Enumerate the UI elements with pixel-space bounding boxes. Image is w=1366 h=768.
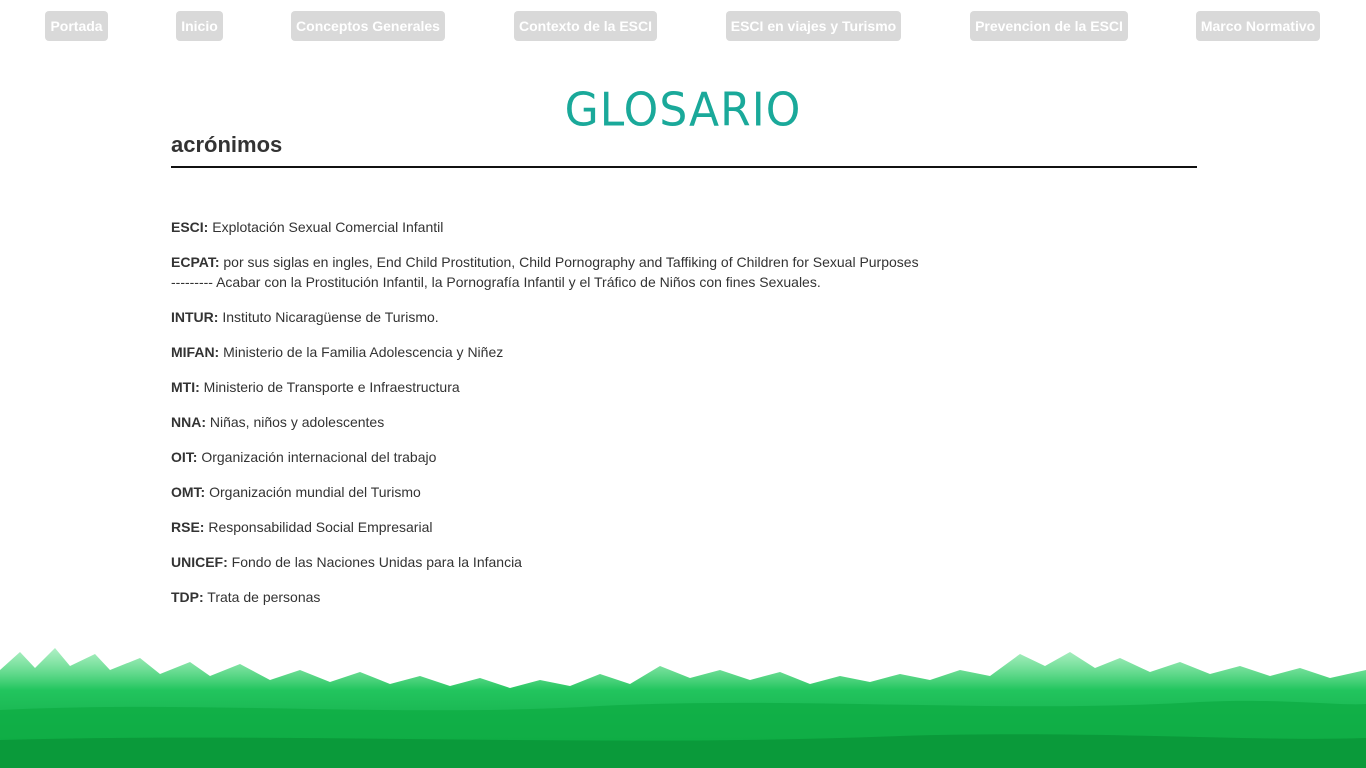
nav-item-prevencion-esci[interactable]: Prevencion de la ESCI	[970, 11, 1128, 41]
acronym-definition: Trata de personas	[203, 589, 321, 605]
nav-item-contexto-esci[interactable]: Contexto de la ESCI	[514, 11, 657, 41]
acronym-abbr: NNA:	[171, 414, 206, 430]
acronym-definition: Ministerio de la Familia Adolescencia y …	[219, 344, 504, 360]
top-nav: Portada Inicio Conceptos Generales Conte…	[0, 11, 1366, 42]
acronym-abbr: MIFAN:	[171, 344, 220, 360]
acronym-abbr: INTUR:	[171, 309, 219, 325]
acronym-abbr: OIT:	[171, 449, 198, 465]
acronym-entry-ecpat: ECPAT: por sus siglas en ingles, End Chi…	[171, 252, 1197, 292]
nav-item-portada[interactable]: Portada	[45, 11, 108, 41]
acronym-entry-nna: NNA: Niñas, niños y adolescentes	[171, 412, 1197, 432]
acronym-definition-translation: --------- Acabar con la Prostitución Inf…	[171, 274, 821, 290]
acronym-definition: Explotación Sexual Comercial Infantil	[208, 219, 444, 235]
acronym-abbr: ESCI:	[171, 219, 209, 235]
acronym-definition: Responsabilidad Social Empresarial	[204, 519, 433, 535]
acronym-definition: Niñas, niños y adolescentes	[206, 414, 385, 430]
page-title: GLOSARIO	[564, 84, 802, 138]
acronym-entry-mti: MTI: Ministerio de Transporte e Infraest…	[171, 377, 1197, 397]
acronym-definition: Fondo de las Naciones Unidas para la Inf…	[227, 554, 522, 570]
acronym-abbr: ECPAT:	[171, 254, 220, 270]
nav-item-esci-viajes-turismo[interactable]: ESCI en viajes y Turismo	[726, 11, 901, 41]
acronyms-section: acrónimos ESCI: Explotación Sexual Comer…	[171, 132, 1197, 622]
acronym-definition: Organización mundial del Turismo	[205, 484, 421, 500]
acronym-entry-mifan: MIFAN: Ministerio de la Familia Adolesce…	[171, 342, 1197, 362]
acronym-definition: Ministerio de Transporte e Infraestructu…	[199, 379, 460, 395]
acronym-definition: Organización internacional del trabajo	[197, 449, 437, 465]
acronym-entry-rse: RSE: Responsabilidad Social Empresarial	[171, 517, 1197, 537]
acronym-entry-omt: OMT: Organización mundial del Turismo	[171, 482, 1197, 502]
acronym-definition: Instituto Nicaragüense de Turismo.	[218, 309, 439, 325]
grass-decoration	[0, 648, 1366, 768]
page: Portada Inicio Conceptos Generales Conte…	[0, 0, 1366, 768]
acronym-entry-tdp: TDP: Trata de personas	[171, 587, 1197, 607]
acronym-list: ESCI: Explotación Sexual Comercial Infan…	[171, 217, 1197, 607]
acronym-abbr: RSE:	[171, 519, 205, 535]
nav-item-marco-normativo[interactable]: Marco Normativo	[1196, 11, 1320, 41]
acronym-abbr: UNICEF:	[171, 554, 228, 570]
acronym-definition: por sus siglas en ingles, End Child Pros…	[219, 254, 919, 270]
acronym-entry-esci: ESCI: Explotación Sexual Comercial Infan…	[171, 217, 1197, 237]
acronym-abbr: OMT:	[171, 484, 206, 500]
acronym-entry-intur: INTUR: Instituto Nicaragüense de Turismo…	[171, 307, 1197, 327]
nav-item-conceptos-generales[interactable]: Conceptos Generales	[291, 11, 445, 41]
acronym-entry-oit: OIT: Organización internacional del trab…	[171, 447, 1197, 467]
acronym-abbr: TDP:	[171, 589, 204, 605]
acronym-entry-unicef: UNICEF: Fondo de las Naciones Unidas par…	[171, 552, 1197, 572]
section-heading: acrónimos	[171, 132, 1197, 168]
acronym-abbr: MTI:	[171, 379, 200, 395]
nav-item-inicio[interactable]: Inicio	[176, 11, 223, 41]
